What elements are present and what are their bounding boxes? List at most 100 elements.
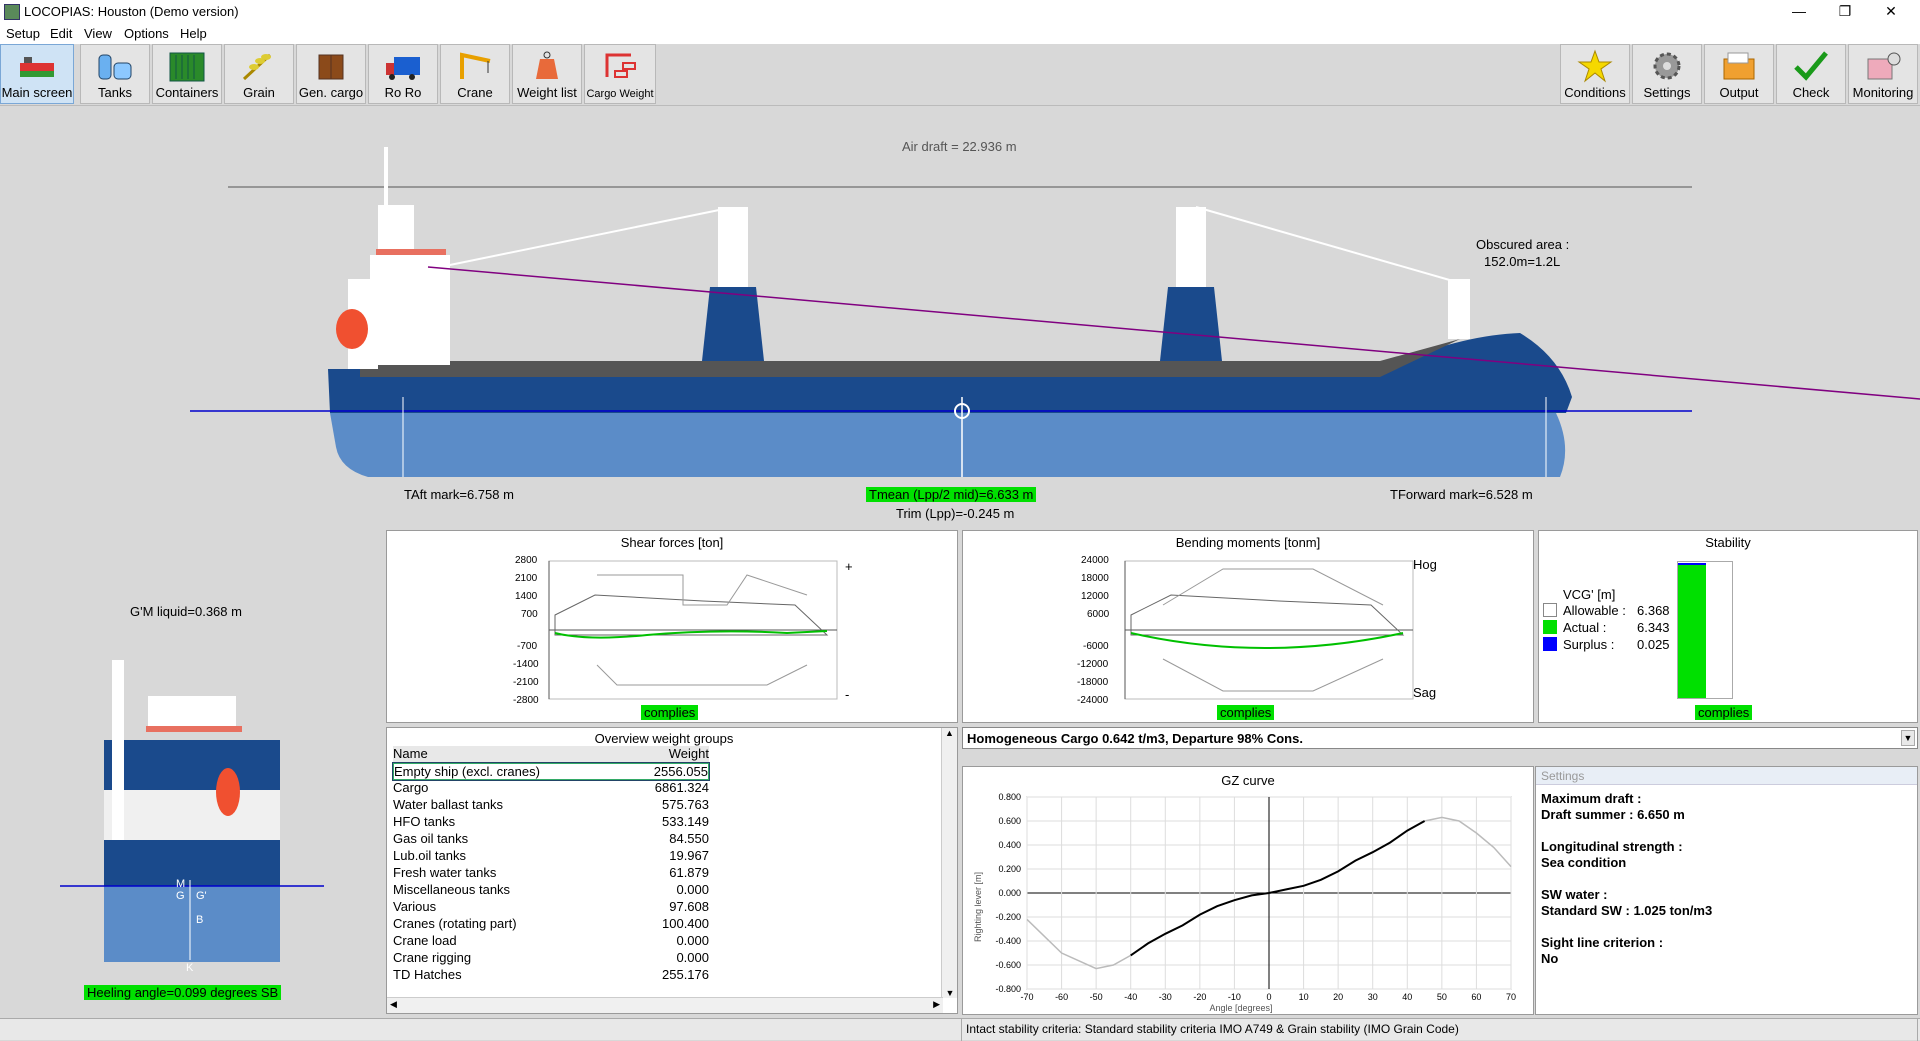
table-row[interactable]: Water ballast tanks 575.763 bbox=[393, 797, 709, 814]
scroll-down-icon[interactable]: ▼ bbox=[942, 988, 958, 998]
table-row[interactable]: HFO tanks 533.149 bbox=[393, 814, 709, 831]
row-weight: 533.149 bbox=[662, 814, 709, 829]
menu-setup[interactable]: Setup bbox=[6, 26, 40, 41]
table-row[interactable]: Miscellaneous tanks 0.000 bbox=[393, 882, 709, 899]
gear-icon bbox=[1653, 52, 1681, 80]
status-bar: Intact stability criteria: Standard stab… bbox=[0, 1018, 1920, 1041]
settings-info-panel: Settings Maximum draft : Draft summer : 6… bbox=[1535, 766, 1918, 1015]
settings-line: Sea condition bbox=[1541, 855, 1627, 870]
bending-tick-3: 12000 bbox=[1081, 591, 1109, 602]
gen-cargo-button[interactable]: Gen. cargo bbox=[296, 44, 366, 104]
table-row[interactable]: Crane load 0.000 bbox=[393, 933, 709, 950]
settings-line bbox=[1541, 919, 1912, 935]
grain-icon bbox=[242, 53, 272, 81]
app-icon bbox=[4, 4, 20, 20]
settings-panel-header: Settings bbox=[1536, 767, 1917, 785]
monitoring-label: Monitoring bbox=[1852, 85, 1914, 100]
weight-list-button[interactable]: Weight list bbox=[512, 44, 582, 104]
bending-moments-panel: Bending moments [tonm] 24000 18000 12000… bbox=[962, 530, 1534, 723]
scroll-left-icon[interactable]: ◀ bbox=[390, 999, 397, 1010]
minimize-button[interactable]: — bbox=[1776, 0, 1822, 24]
status-text: Intact stability criteria: Standard stab… bbox=[962, 1019, 1918, 1041]
actual-value: 6.343 bbox=[1637, 620, 1670, 635]
row-name: Cargo bbox=[393, 780, 429, 795]
chevron-down-icon[interactable]: ▼ bbox=[1901, 730, 1915, 746]
row-weight: 0.000 bbox=[676, 882, 709, 897]
gz-x-tick: 20 bbox=[1333, 992, 1343, 1002]
table-row[interactable]: Fresh water tanks 61.879 bbox=[393, 865, 709, 882]
tanks-button[interactable]: Tanks bbox=[80, 44, 150, 104]
sag-label: Sag bbox=[1413, 685, 1437, 700]
cargo-weight-button[interactable]: Cargo Weight bbox=[584, 44, 656, 104]
table-row[interactable]: Various 97.608 bbox=[393, 899, 709, 916]
grain-button[interactable]: Grain bbox=[224, 44, 294, 104]
row-weight: 0.000 bbox=[676, 933, 709, 948]
table-row[interactable]: Crane rigging 0.000 bbox=[393, 950, 709, 967]
checkmark-icon bbox=[1794, 51, 1828, 81]
table-row[interactable]: Cranes (rotating part) 100.400 bbox=[393, 916, 709, 933]
stability-bar bbox=[1677, 561, 1733, 699]
trim-label: Trim (Lpp)=-0.245 m bbox=[896, 506, 1015, 521]
gen-cargo-label: Gen. cargo bbox=[298, 85, 364, 100]
horizontal-scrollbar[interactable]: ◀ ▶ bbox=[387, 997, 943, 1013]
menu-options[interactable]: Options bbox=[124, 26, 169, 41]
vcg-label: VCG' [m] bbox=[1563, 587, 1616, 602]
allowable-value: 6.368 bbox=[1637, 603, 1670, 618]
roro-button[interactable]: Ro Ro bbox=[368, 44, 438, 104]
surplus-label: Surplus : bbox=[1563, 637, 1615, 652]
ship-profile: Air draft = 22.936 m Obscured area : 152… bbox=[0, 107, 1920, 527]
table-row[interactable]: TD Hatches 255.176 bbox=[393, 967, 709, 984]
row-name: Crane load bbox=[393, 933, 457, 948]
containers-label: Containers bbox=[155, 85, 219, 100]
shear-plus: + bbox=[845, 559, 853, 574]
vertical-scrollbar[interactable]: ▲ ▼ bbox=[941, 728, 957, 998]
stability-bar-fill bbox=[1678, 562, 1706, 698]
scroll-right-icon[interactable]: ▶ bbox=[933, 999, 940, 1010]
gz-y-tick: 0.600 bbox=[998, 816, 1021, 826]
grain-label: Grain bbox=[243, 85, 275, 100]
menu-help[interactable]: Help bbox=[180, 26, 207, 41]
settings-line: No bbox=[1541, 951, 1559, 966]
menu-edit[interactable]: Edit bbox=[50, 26, 72, 41]
cargo-weight-icon bbox=[605, 53, 636, 78]
settings-button[interactable]: Settings bbox=[1632, 44, 1702, 104]
shear-forces-panel: Shear forces [ton] 2800 2100 1400 700 -7… bbox=[386, 530, 958, 723]
check-button[interactable]: Check bbox=[1776, 44, 1846, 104]
gz-curve-panel: GZ curve 0.800 0.600 0.400 0.200 0.000 -0.200… bbox=[962, 766, 1534, 1015]
row-name: Lub.oil tanks bbox=[393, 848, 466, 863]
surplus-value: 0.025 bbox=[1637, 637, 1670, 652]
table-row[interactable]: Lub.oil tanks 19.967 bbox=[393, 848, 709, 865]
table-row[interactable]: Gas oil tanks 84.550 bbox=[393, 831, 709, 848]
settings-line: Draft summer : 6.650 m bbox=[1541, 807, 1685, 822]
monitoring-button[interactable]: Monitoring bbox=[1848, 44, 1918, 104]
main-screen-button[interactable]: Main screen bbox=[0, 44, 74, 104]
settings-line: SW water : bbox=[1541, 887, 1608, 902]
header-weight: Weight bbox=[668, 746, 709, 761]
gz-x-tick: 40 bbox=[1402, 992, 1412, 1002]
gz-y-tick: -0.800 bbox=[995, 984, 1021, 994]
row-weight: 0.000 bbox=[676, 950, 709, 965]
table-row[interactable]: Empty ship (excl. cranes) 2556.055 bbox=[392, 762, 710, 781]
shear-tick-3: 1400 bbox=[515, 591, 538, 602]
condition-select[interactable]: Homogeneous Cargo 0.642 t/m3, Departure … bbox=[962, 727, 1918, 749]
gz-x-tick: -60 bbox=[1055, 992, 1068, 1002]
table-row[interactable]: Cargo 6861.324 bbox=[393, 780, 709, 797]
gz-y-tick: -0.200 bbox=[995, 912, 1021, 922]
bending-moments-chart bbox=[1124, 560, 1414, 700]
restore-button[interactable]: ❐ bbox=[1822, 0, 1868, 24]
row-weight: 61.879 bbox=[669, 865, 709, 880]
output-button[interactable]: Output bbox=[1704, 44, 1774, 104]
row-name: Fresh water tanks bbox=[393, 865, 497, 880]
scroll-up-icon[interactable]: ▲ bbox=[942, 728, 957, 738]
toolbar: Main screen Tanks Containers Grain Gen. … bbox=[0, 44, 1920, 106]
crane-button[interactable]: Crane bbox=[440, 44, 510, 104]
conditions-button[interactable]: Conditions bbox=[1560, 44, 1630, 104]
close-button[interactable]: ✕ bbox=[1868, 0, 1914, 24]
row-name: Crane rigging bbox=[393, 950, 472, 965]
truck-icon bbox=[386, 57, 420, 80]
gz-y-tick: 0.200 bbox=[998, 864, 1021, 874]
obscured-area-label: Obscured area : bbox=[1476, 237, 1570, 252]
obscured-area-value: 152.0m=1.2L bbox=[1484, 254, 1561, 269]
menu-view[interactable]: View bbox=[84, 26, 112, 41]
containers-button[interactable]: Containers bbox=[152, 44, 222, 104]
